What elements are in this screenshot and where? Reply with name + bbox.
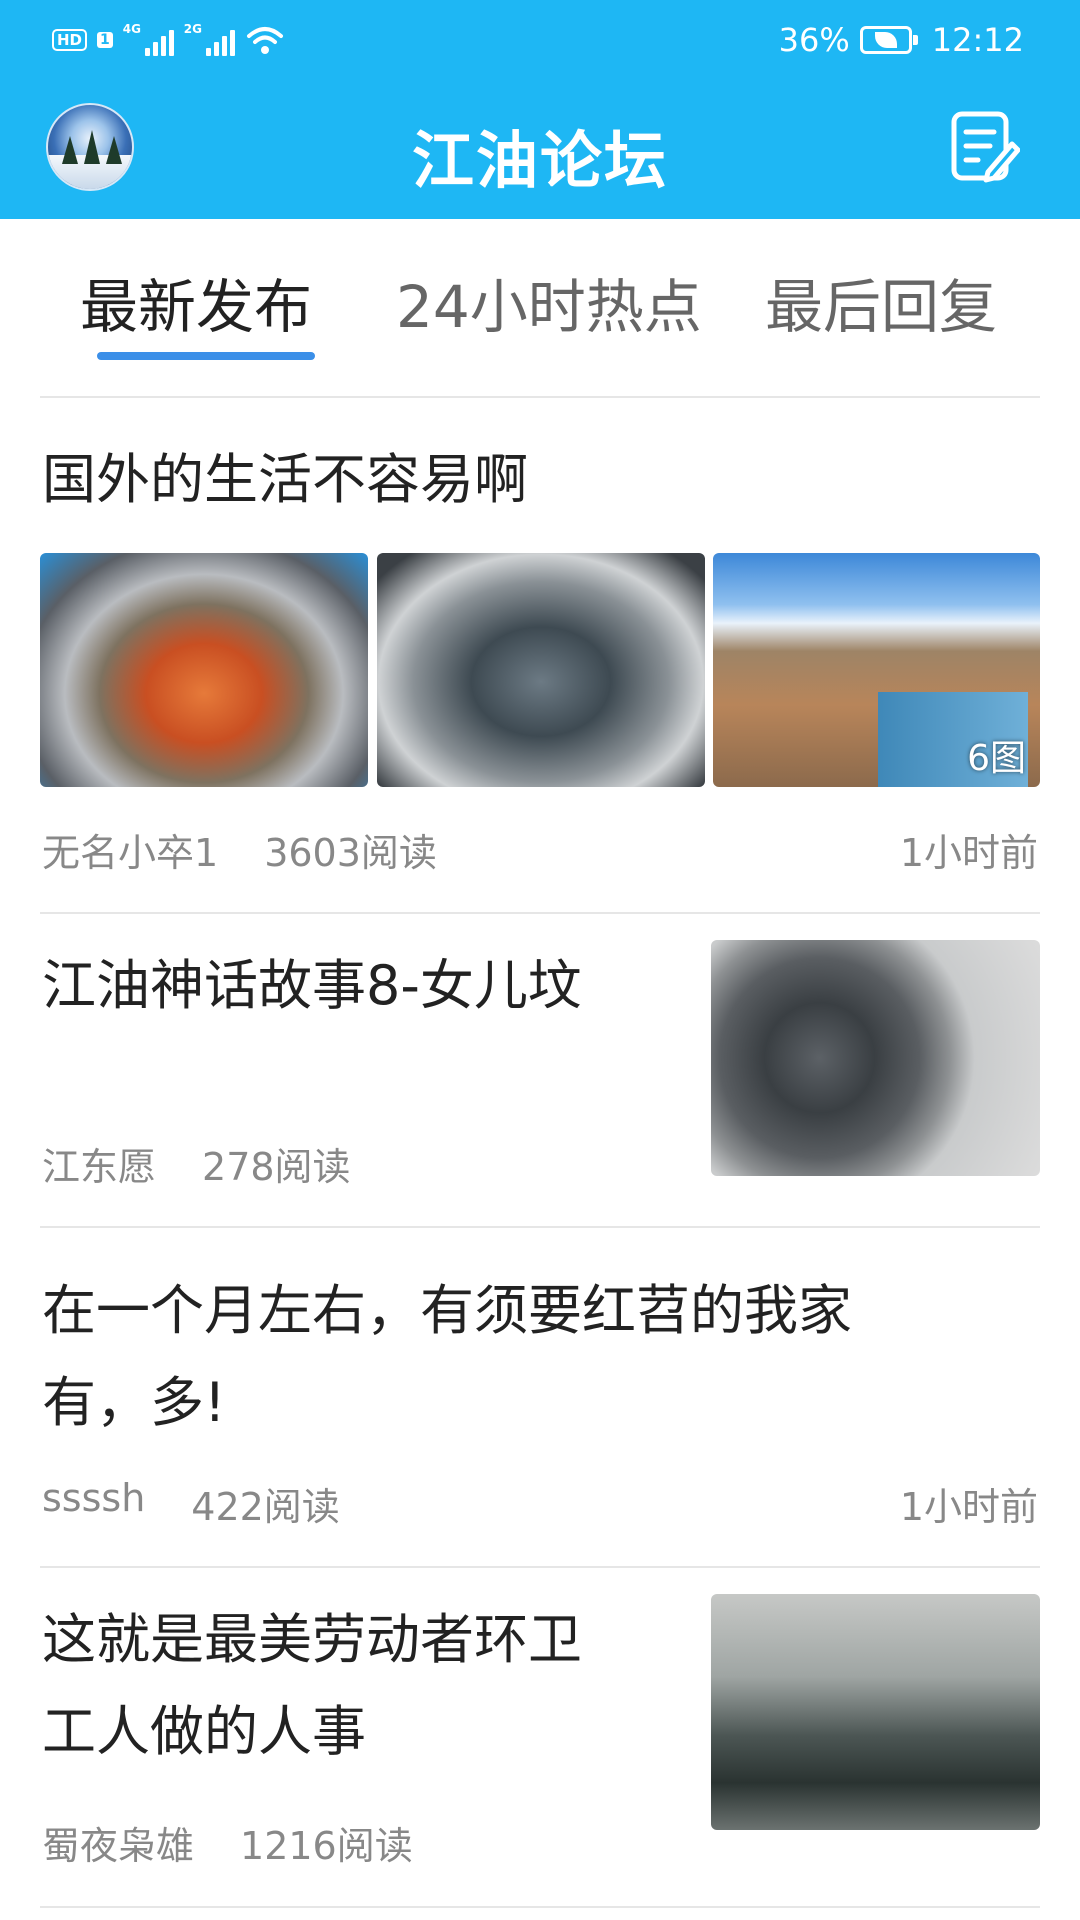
hd-badge: HD	[52, 29, 88, 51]
app-header: HD 1 4G 2G 36% 12:12 江油论坛	[0, 0, 1080, 219]
sim-indicator: 1	[97, 32, 113, 48]
tab-24h-hot[interactable]: 24小时热点	[396, 260, 702, 344]
divider	[40, 396, 1040, 398]
app-title: 江油论坛	[411, 124, 668, 197]
post-reads: 1216阅读	[240, 1824, 413, 1868]
signal-icon: 4G	[123, 22, 174, 56]
post-title-continued[interactable]: 有，多!	[42, 1357, 226, 1449]
post-title[interactable]: 江油神话故事8-女儿坟	[42, 940, 582, 1032]
post-author[interactable]: 蜀夜枭雄	[42, 1815, 194, 1870]
tab-last-reply[interactable]: 最后回复	[765, 260, 997, 344]
post-reads: 422阅读	[191, 1485, 340, 1529]
post-time: 1小时前	[899, 1485, 1038, 1529]
post-title-continued[interactable]: 工人做的人事	[42, 1686, 366, 1778]
post-author[interactable]: ssssh	[42, 1476, 145, 1531]
post-title[interactable]: 在一个月左右，有须要红苕的我家	[42, 1265, 852, 1357]
post-reads: 278阅读	[202, 1145, 351, 1189]
wifi-icon	[246, 27, 283, 54]
post-author[interactable]: 江东愿	[42, 1136, 156, 1191]
post-thumbnail[interactable]	[711, 1594, 1040, 1830]
divider	[40, 1566, 1040, 1568]
post-author[interactable]: 无名小卒1	[42, 822, 218, 877]
post-time: 1小时前	[899, 831, 1038, 875]
post-thumbnail[interactable]	[711, 940, 1040, 1176]
post-title[interactable]: 这就是最美劳动者环卫	[42, 1594, 582, 1686]
divider	[40, 1226, 1040, 1228]
tab-indicator	[97, 352, 315, 360]
post-title[interactable]: 国外的生活不容易啊	[42, 434, 528, 526]
tab-bar: 最新发布 24小时热点 最后回复	[40, 250, 1040, 360]
tab-latest[interactable]: 最新发布	[80, 260, 312, 344]
clock: 12:12	[931, 21, 1024, 59]
post-image[interactable]	[40, 553, 368, 787]
signal-icon: 2G	[184, 22, 235, 56]
post-image[interactable]: 6图	[713, 553, 1040, 787]
status-bar: HD 1 4G 2G 36% 12:12	[0, 0, 1080, 80]
edit-icon[interactable]	[950, 108, 1020, 184]
battery-icon	[859, 26, 918, 54]
battery-percent: 36%	[778, 21, 850, 59]
divider	[40, 1906, 1040, 1908]
post-image[interactable]	[377, 553, 705, 787]
divider	[40, 912, 1040, 914]
post-reads: 3603阅读	[264, 831, 437, 875]
image-count-badge: 6图	[967, 738, 1026, 779]
